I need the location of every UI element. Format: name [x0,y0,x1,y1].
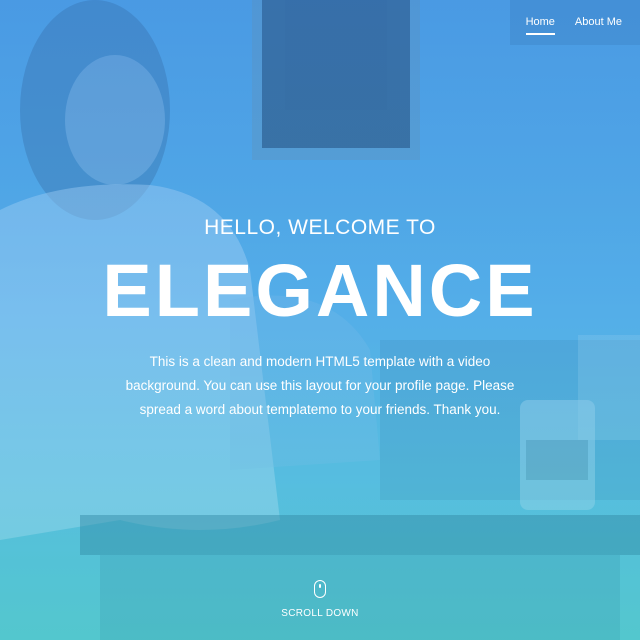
hero-title: ELEGANCE [102,249,538,332]
nav-about-me[interactable]: About Me [575,16,622,35]
scroll-down-link[interactable]: SCROLL DOWN [0,580,640,619]
top-nav: Home About Me [525,16,622,35]
mouse-icon [314,580,326,598]
hero-subtitle: HELLO, WELCOME TO [204,216,436,239]
hero-content: HELLO, WELCOME TO ELEGANCE This is a cle… [0,216,640,422]
hero-description: This is a clean and modern HTML5 templat… [125,354,515,417]
scroll-down-label: SCROLL DOWN [281,608,359,619]
nav-home[interactable]: Home [525,16,555,35]
